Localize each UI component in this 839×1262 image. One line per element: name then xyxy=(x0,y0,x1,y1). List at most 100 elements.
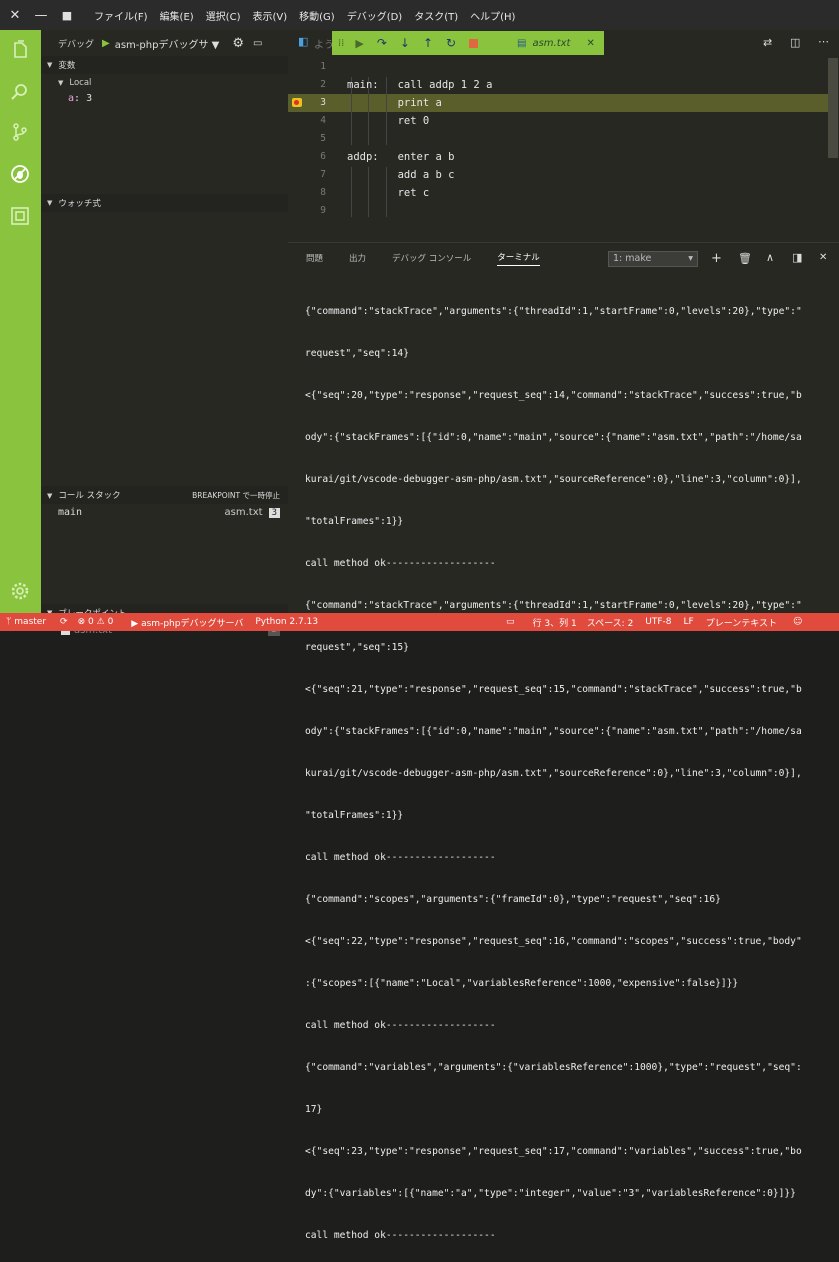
step-into-icon[interactable]: ↓ xyxy=(400,36,410,50)
indentation[interactable]: スペース: 2 xyxy=(587,616,634,629)
restart-icon[interactable]: ↻ xyxy=(446,36,456,50)
settings-gear-icon[interactable] xyxy=(8,579,32,603)
code-editor[interactable]: 1 2 main: call addp 1 2 a 3 print a 4 ret… xyxy=(288,55,839,242)
vscode-logo-icon: ◧ xyxy=(298,35,309,48)
feedback-smiley-icon[interactable]: ☺ xyxy=(793,617,802,627)
explorer-icon[interactable] xyxy=(8,38,32,62)
menu-tasks[interactable]: タスク(T) xyxy=(408,8,464,23)
editor-tabs: ◧ よう ⁞⁞ ▶ ↷ ↓ ↑ ↻ ▤ asm.txt ✕ ⇄ ◫ ⋯ xyxy=(288,30,839,55)
git-branch-icon: ᛘ xyxy=(6,617,12,627)
stop-button[interactable] xyxy=(469,38,479,48)
menu-debug[interactable]: デバッグ(D) xyxy=(341,8,409,23)
open-changes-icon[interactable]: ⇄ xyxy=(763,36,772,49)
close-window-button[interactable]: ✕ xyxy=(4,8,26,23)
scope-local[interactable]: ▼ Local xyxy=(41,74,288,88)
start-debugging-button[interactable]: ▶ xyxy=(102,38,110,49)
terminal-icon[interactable]: ▭ xyxy=(506,617,515,627)
watch-section-header[interactable]: ▼ ウォッチ式 xyxy=(41,194,288,212)
code-line: 2 main: call addp 1 2 a xyxy=(320,79,493,91)
trash-icon[interactable]: 🗑 xyxy=(738,252,752,265)
terminal-line: kurai/git/vscode-debugger-asm-php/asm.tx… xyxy=(305,768,802,779)
python-interpreter[interactable]: Python 2.7.13 xyxy=(255,617,318,627)
continue-button[interactable]: ▶ xyxy=(355,37,363,50)
activity-bar xyxy=(0,30,41,613)
debug-settings-gear-icon[interactable]: ⚙ xyxy=(232,36,244,51)
terminal-line: ody":{"stackFrames":[{"id":0,"name":"mai… xyxy=(305,726,802,737)
menu-selection[interactable]: 選択(C) xyxy=(200,8,247,23)
menu-view[interactable]: 表示(V) xyxy=(246,8,293,23)
stack-frame-row[interactable]: main asm.txt 3 xyxy=(41,504,288,518)
more-actions-icon[interactable]: ⋯ xyxy=(818,35,829,48)
terminal-line: call method ok------------------- xyxy=(305,852,496,863)
cursor-position[interactable]: 行 3、列 1 xyxy=(533,616,577,629)
search-icon[interactable] xyxy=(8,80,32,104)
tab-welcome-label[interactable]: よう xyxy=(314,36,334,51)
split-editor-icon[interactable]: ◫ xyxy=(790,36,800,49)
variable-row[interactable]: a: 3 xyxy=(41,88,288,104)
new-terminal-icon[interactable]: + xyxy=(711,251,722,266)
bottom-panel: 問題 出力 デバッグ コンソール ターミナル 1: make ▾ + 🗑 ∧ ◨ … xyxy=(288,242,839,1241)
terminal-line: <{"seq":22,"type":"response","request_se… xyxy=(305,936,802,947)
variables-section-header[interactable]: ▼ 変数 xyxy=(41,56,288,74)
tab-output[interactable]: 出力 xyxy=(349,252,366,264)
minimize-window-button[interactable]: — xyxy=(30,8,52,23)
callstack-view: main asm.txt 3 xyxy=(41,504,288,604)
language-mode[interactable]: プレーンテキスト xyxy=(706,616,777,629)
title-bar: ✕ — ■ ファイル(F) 編集(E) 選択(C) 表示(V) 移動(G) デバ… xyxy=(0,0,839,30)
menu-go[interactable]: 移動(G) xyxy=(293,8,341,23)
debug-icon[interactable] xyxy=(8,162,32,186)
tab-problems[interactable]: 問題 xyxy=(306,252,323,264)
menu-file[interactable]: ファイル(F) xyxy=(88,8,154,23)
source-control-icon[interactable] xyxy=(8,120,32,144)
watch-view xyxy=(41,212,288,486)
code-line: 3 print a xyxy=(320,97,442,109)
menu-edit[interactable]: 編集(E) xyxy=(154,8,200,23)
maximize-window-button[interactable]: ■ xyxy=(56,9,78,22)
debug-status[interactable]: ▶ asm-phpデバッグサーバ xyxy=(131,616,243,629)
step-over-icon[interactable]: ↷ xyxy=(377,36,387,50)
terminal-line: "totalFrames":1}} xyxy=(305,516,404,527)
expand-icon: ▼ xyxy=(58,79,64,87)
close-tab-icon[interactable]: ✕ xyxy=(586,38,594,49)
debug-action-toolbar: ⁞⁞ ▶ ↷ ↓ ↑ ↻ xyxy=(332,31,509,55)
status-bar: ᛘ master ⟳ ⊗ 0 ⚠ 0 ▶ asm-phpデバッグサーバ Pyth… xyxy=(0,613,839,631)
terminal-line: {"command":"variables","arguments":{"var… xyxy=(305,1062,802,1073)
code-line: 4 ret 0 xyxy=(320,115,430,127)
menu-help[interactable]: ヘルプ(H) xyxy=(464,8,521,23)
terminal-line: <{"seq":21,"type":"response","request_se… xyxy=(305,684,802,695)
maximize-panel-icon[interactable]: ∧ xyxy=(766,251,774,264)
debug-config-select[interactable]: asm-phpデバッグサ ▼ xyxy=(115,36,220,51)
callstack-section-header[interactable]: ▼ コール スタック BREAKPOINT で一時停止 xyxy=(41,486,288,504)
drag-handle-icon[interactable]: ⁞⁞ xyxy=(338,38,344,49)
variables-view: ▼ Local a: 3 xyxy=(41,74,288,194)
terminal-select[interactable]: 1: make ▾ xyxy=(608,251,698,267)
branch-status[interactable]: ᛘ master xyxy=(6,617,46,627)
step-out-icon[interactable]: ↑ xyxy=(423,36,433,50)
terminal-line: dy":{"variables":[{"name":"a","type":"in… xyxy=(305,1188,796,1199)
debug-toolbar: デバッグ ▶ asm-phpデバッグサ ▼ ⚙ ▭ xyxy=(41,30,288,56)
terminal-line: :{"scopes":[{"name":"Local","variablesRe… xyxy=(305,978,739,989)
toggle-panel-position-icon[interactable]: ◨ xyxy=(792,251,802,264)
file-icon: ▤ xyxy=(517,37,527,49)
terminal-line: <{"seq":20,"type":"response","request_se… xyxy=(305,390,802,401)
terminal-line: "totalFrames":1}} xyxy=(305,810,404,821)
extensions-icon[interactable] xyxy=(8,204,32,228)
problems-status[interactable]: ⊗ 0 ⚠ 0 xyxy=(78,617,114,627)
terminal-line: kurai/git/vscode-debugger-asm-php/asm.tx… xyxy=(305,474,802,485)
code-line: 7 add a b c xyxy=(320,169,455,181)
terminal-output[interactable]: {"command":"stackTrace","arguments":{"th… xyxy=(305,277,830,1262)
debug-console-icon[interactable]: ▭ xyxy=(253,38,262,49)
encoding[interactable]: UTF-8 xyxy=(645,617,671,627)
debug-label: デバッグ xyxy=(58,39,95,50)
tab-debug-console[interactable]: デバッグ コンソール xyxy=(392,252,471,264)
editor-scrollbar[interactable] xyxy=(828,58,838,158)
panel-tabs: 問題 出力 デバッグ コンソール ターミナル xyxy=(288,243,839,273)
terminal-line: {"command":"stackTrace","arguments":{"th… xyxy=(305,600,802,611)
tab-terminal[interactable]: ターミナル xyxy=(497,251,540,266)
sync-icon[interactable]: ⟳ xyxy=(60,617,68,627)
tab-asm-txt[interactable]: ▤ asm.txt ✕ xyxy=(509,31,604,55)
line-ending[interactable]: LF xyxy=(684,617,694,627)
terminal-line: call method ok------------------- xyxy=(305,1230,496,1241)
close-panel-icon[interactable]: ✕ xyxy=(819,252,827,263)
code-line: 8 ret c xyxy=(320,187,430,199)
